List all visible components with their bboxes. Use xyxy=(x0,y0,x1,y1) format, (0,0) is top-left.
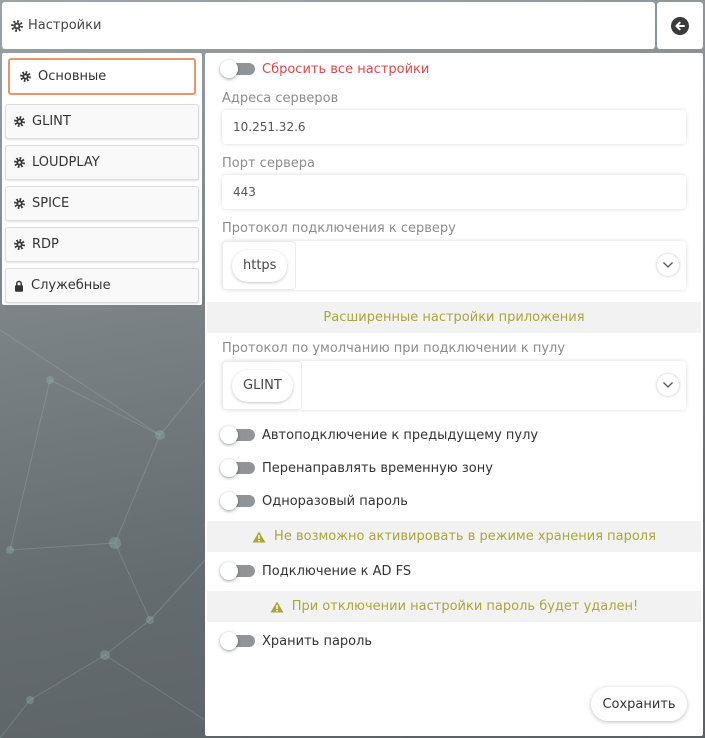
store-password-toggle[interactable] xyxy=(220,631,255,651)
sidebar-item-label: Основные xyxy=(38,69,107,84)
redirect-timezone-toggle[interactable] xyxy=(220,458,255,478)
server-addresses-label: Адреса серверов xyxy=(222,91,339,106)
warning-icon xyxy=(270,601,284,613)
otp-warning-bar: Не возможно активировать в режиме хранен… xyxy=(207,521,701,552)
sidebar-item-label: SPICE xyxy=(32,196,70,211)
server-port-label: Порт сервера xyxy=(222,156,315,171)
selected-value-box: https xyxy=(222,241,297,290)
sidebar-item-glint[interactable]: GLINT xyxy=(5,104,199,139)
ad-fs-warning-bar: При отключении настройки пароль будет уд… xyxy=(207,591,701,622)
gear-icon xyxy=(20,71,31,82)
lock-icon xyxy=(14,280,24,292)
sidebar-item-label: RDP xyxy=(32,237,59,252)
selected-value-box: GLINT xyxy=(222,361,302,410)
gear-icon xyxy=(14,198,25,209)
auto-connect-toggle[interactable] xyxy=(220,425,255,445)
gear-icon xyxy=(14,157,25,168)
ad-fs-warning-text: При отключении настройки пароль будет уд… xyxy=(291,599,639,614)
settings-sidebar: Основные GLINT LOUDPLAY SPICE RDP Служеб… xyxy=(2,53,202,305)
warning-icon xyxy=(252,531,266,543)
ad-fs-toggle[interactable] xyxy=(220,561,255,581)
sidebar-item-spice[interactable]: SPICE xyxy=(5,186,199,221)
pool-protocol-select[interactable]: GLINT xyxy=(222,361,686,410)
sidebar-item-general[interactable]: Основные xyxy=(8,58,196,95)
arrow-left-icon xyxy=(671,16,689,35)
gear-icon xyxy=(11,19,23,32)
chevron-down-icon[interactable] xyxy=(657,374,679,396)
store-password-label: Хранить пароль xyxy=(262,633,373,649)
connection-protocol-label: Протокол подключения к серверу xyxy=(222,221,456,236)
ad-fs-row: Подключение к AD FS xyxy=(220,561,411,581)
save-button[interactable]: Сохранить xyxy=(591,687,687,721)
auto-connect-row: Автоподключение к предыдущему пулу xyxy=(220,425,538,445)
selected-protocol-chip: GLINT xyxy=(232,369,293,402)
selected-protocol-chip: https xyxy=(232,249,288,282)
redirect-timezone-label: Перенаправлять временную зону xyxy=(262,460,493,476)
sidebar-item-label: GLINT xyxy=(32,114,71,129)
server-addresses-input[interactable] xyxy=(222,110,686,144)
connection-protocol-select[interactable]: https xyxy=(222,241,686,290)
settings-header: Настройки xyxy=(2,2,655,49)
otp-warning-text: Не возможно активировать в режиме хранен… xyxy=(274,529,656,544)
ad-fs-label: Подключение к AD FS xyxy=(262,563,412,579)
sidebar-item-label: LOUDPLAY xyxy=(32,155,100,170)
server-port-input[interactable] xyxy=(222,175,686,209)
redirect-timezone-row: Перенаправлять временную зону xyxy=(220,458,493,478)
sidebar-item-loudplay[interactable]: LOUDPLAY xyxy=(5,145,199,180)
store-password-row: Хранить пароль xyxy=(220,631,372,651)
one-time-password-label: Одноразовый пароль xyxy=(262,493,408,509)
settings-panel: Сбросить все настройки Адреса серверов П… xyxy=(205,53,703,736)
sidebar-item-service[interactable]: Служебные xyxy=(5,268,199,303)
one-time-password-toggle[interactable] xyxy=(220,491,255,511)
pool-protocol-label: Протокол по умолчанию при подключении к … xyxy=(222,341,566,356)
reset-all-toggle[interactable] xyxy=(220,59,255,79)
chevron-down-icon[interactable] xyxy=(657,254,679,276)
reset-all-label: Сбросить все настройки xyxy=(262,61,430,77)
page-title: Настройки xyxy=(28,18,102,33)
advanced-section-header: Расширенные настройки приложения xyxy=(207,302,701,333)
sidebar-item-label: Служебные xyxy=(31,278,111,293)
one-time-password-row: Одноразовый пароль xyxy=(220,491,408,511)
sidebar-item-rdp[interactable]: RDP xyxy=(5,227,199,262)
gear-icon xyxy=(14,239,25,250)
back-button[interactable] xyxy=(657,2,703,49)
auto-connect-label: Автоподключение к предыдущему пулу xyxy=(262,427,539,443)
gear-icon xyxy=(14,116,25,127)
reset-all-row: Сбросить все настройки xyxy=(220,59,429,79)
